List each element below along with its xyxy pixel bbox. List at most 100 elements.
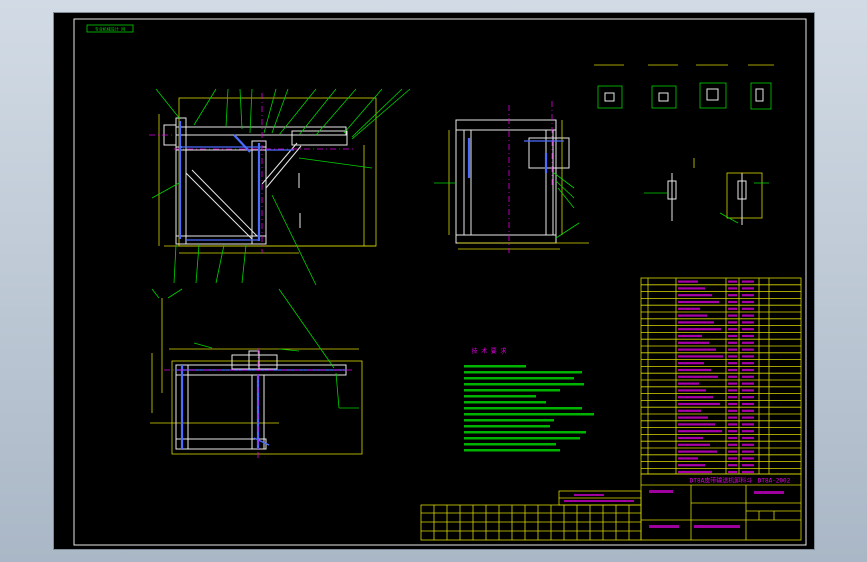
parts-cell-mark	[728, 368, 737, 372]
parts-cell-mark	[728, 430, 737, 433]
parts-cell-mark	[728, 341, 737, 344]
parts-cell-mark	[678, 389, 706, 392]
parts-cell-mark	[742, 457, 754, 460]
parts-cell-mark	[728, 314, 737, 317]
parts-cell-mark	[728, 287, 737, 290]
parts-cell-mark	[742, 396, 754, 399]
parts-cell-mark	[728, 375, 737, 378]
parts-cell-mark	[678, 321, 714, 324]
drawing-number: DT8A-2002	[758, 478, 791, 485]
parts-cell-mark	[678, 348, 716, 351]
parts-cell-mark	[742, 443, 754, 446]
notes-title: 技 术 要 求	[472, 347, 507, 355]
title-block: DT8A皮带输送机卸料斗 DT8A-2002	[420, 473, 802, 541]
parts-cell-mark	[742, 368, 754, 372]
parts-cell-mark	[678, 341, 709, 344]
parts-cell-mark	[678, 423, 715, 426]
parts-cell-mark	[728, 436, 737, 440]
parts-cell-mark	[678, 307, 700, 310]
parts-cell-mark	[678, 382, 699, 385]
parts-cell-mark	[728, 389, 737, 392]
detail-plates	[594, 64, 774, 225]
parts-cell-mark	[728, 416, 737, 419]
parts-cell-mark	[742, 389, 754, 392]
parts-cell-mark	[678, 328, 721, 331]
parts-cell-mark	[742, 362, 754, 365]
parts-cell-mark	[728, 334, 737, 338]
parts-cell-mark	[742, 402, 754, 406]
parts-cell-mark	[742, 409, 754, 412]
parts-cell-mark	[728, 409, 737, 412]
drawing-viewport[interactable]: 专业机械设计 网 技 术 要 求 DT8A皮带输送机卸料斗 DT8A-2002	[53, 12, 815, 550]
parts-cell-mark	[742, 334, 754, 338]
parts-cell-mark	[728, 382, 737, 385]
parts-cell-mark	[742, 287, 754, 290]
parts-cell-mark	[742, 375, 754, 378]
parts-cell-mark	[742, 294, 754, 297]
parts-cell-mark	[678, 450, 717, 453]
parts-cell-mark	[678, 470, 712, 474]
parts-cell-mark	[742, 464, 754, 467]
parts-cell-mark	[678, 436, 703, 440]
parts-cell-mark	[728, 294, 737, 297]
technical-notes: 技 术 要 求	[464, 347, 594, 452]
parts-cell-mark	[728, 457, 737, 460]
parts-cell-mark	[742, 321, 754, 324]
parts-cell-mark	[678, 294, 712, 297]
parts-cell-mark	[742, 307, 754, 310]
parts-cell-mark	[678, 396, 713, 399]
parts-cell-mark	[678, 287, 705, 290]
parts-cell-mark	[728, 328, 737, 331]
parts-cell-mark	[678, 430, 722, 433]
parts-cell-mark	[678, 334, 702, 338]
parts-cell-mark	[742, 382, 754, 385]
parts-cell-mark	[742, 280, 754, 283]
drawing-title: DT8A皮带输送机卸料斗	[690, 477, 752, 485]
parts-cell-mark	[728, 464, 737, 467]
parts-cell-mark	[742, 416, 754, 419]
parts-cell-mark	[742, 341, 754, 344]
parts-cell-mark	[742, 348, 754, 351]
parts-cell-mark	[728, 348, 737, 351]
parts-cell-mark	[728, 355, 737, 358]
parts-cell-mark	[728, 470, 737, 474]
parts-cell-mark	[742, 470, 754, 474]
parts-cell-mark	[728, 402, 737, 406]
parts-cell-mark	[728, 300, 737, 304]
parts-cell-mark	[742, 423, 754, 426]
parts-cell-mark	[678, 314, 707, 317]
parts-cell-mark	[742, 430, 754, 433]
parts-cell-mark	[678, 300, 719, 304]
parts-cell-mark	[678, 457, 698, 460]
parts-cell-mark	[742, 300, 754, 304]
parts-cell-mark	[678, 355, 723, 358]
parts-cell-mark	[678, 409, 701, 412]
parts-cell-mark	[678, 368, 711, 372]
parts-cell-mark	[742, 436, 754, 440]
parts-cell-mark	[678, 416, 708, 419]
parts-cell-mark	[742, 328, 754, 331]
parts-cell-mark	[742, 450, 754, 453]
side-view	[434, 101, 589, 253]
parts-cell-mark	[728, 443, 737, 446]
parts-cell-mark	[728, 450, 737, 453]
parts-cell-mark	[728, 280, 737, 283]
parts-cell-mark	[678, 402, 720, 406]
parts-cell-mark	[728, 362, 737, 365]
parts-cell-mark	[728, 321, 737, 324]
parts-cell-mark	[742, 355, 754, 358]
parts-cell-mark	[678, 443, 710, 446]
frame-tag: 专业机械设计 网	[95, 26, 125, 32]
parts-cell-mark	[678, 362, 704, 365]
parts-cell-mark	[742, 314, 754, 317]
parts-cell-mark	[678, 375, 718, 378]
parts-cell-mark	[678, 464, 705, 467]
front-view	[149, 88, 411, 286]
parts-cell-mark	[678, 280, 698, 283]
plan-view	[150, 288, 363, 458]
parts-cell-mark	[728, 396, 737, 399]
parts-list	[640, 277, 802, 475]
parts-cell-mark	[728, 423, 737, 426]
parts-cell-mark	[728, 307, 737, 310]
cad-drawing: 专业机械设计 网 技 术 要 求 DT8A皮带输送机卸料斗 DT8A-2002	[73, 18, 807, 546]
